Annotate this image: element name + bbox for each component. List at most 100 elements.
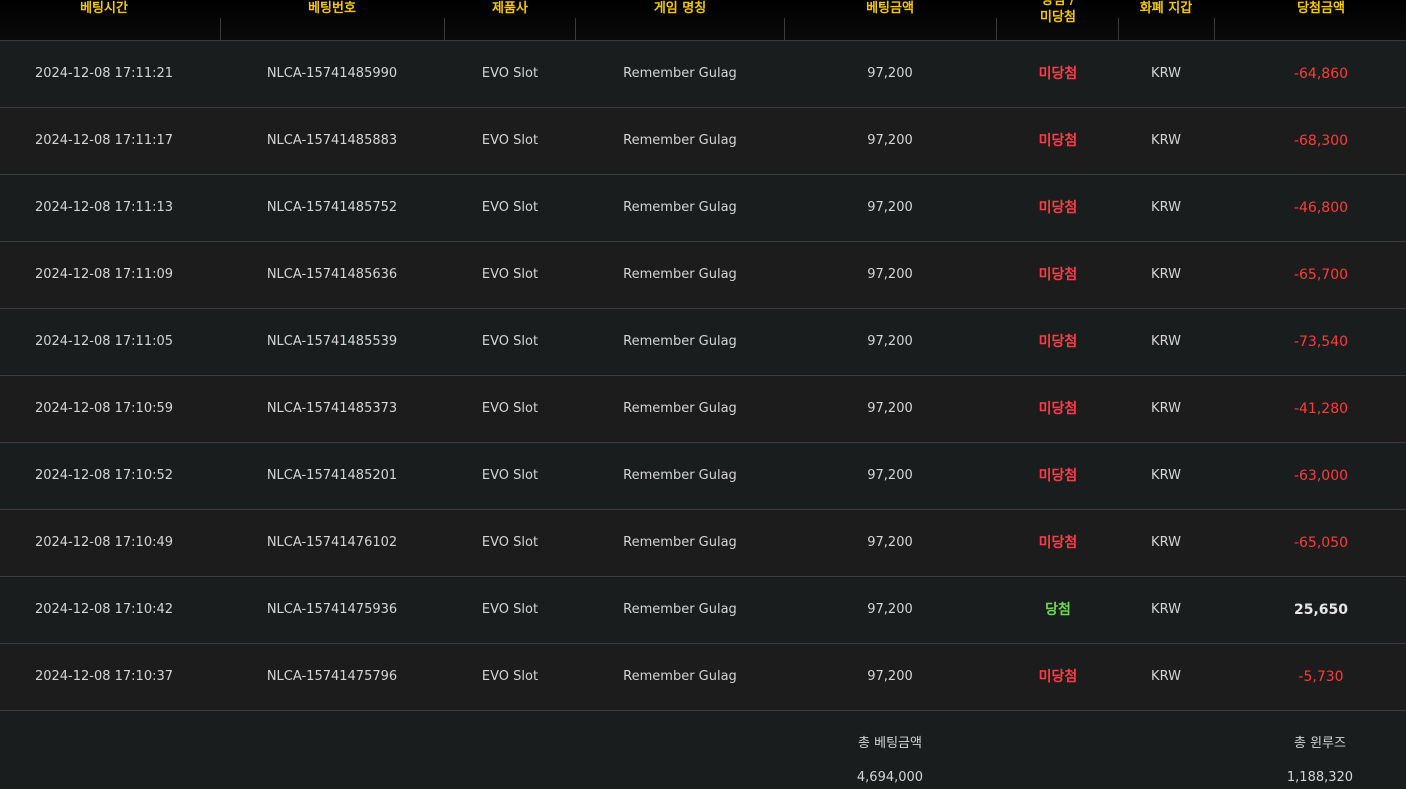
cell-result: 미당첨 bbox=[1038, 468, 1078, 484]
header-divider bbox=[1214, 18, 1215, 40]
cell-win-amount: 25,650 bbox=[1293, 602, 1349, 618]
cell-bet-time: 2024-12-08 17:10:49 bbox=[34, 535, 174, 550]
total-winloss-label: 총 윈루즈 bbox=[1294, 736, 1346, 751]
cell-provider: EVO Slot bbox=[481, 133, 539, 148]
cell-bet-amount: 97,200 bbox=[867, 200, 913, 215]
cell-currency: KRW bbox=[1151, 468, 1181, 483]
cell-game-name: Remember Gulag bbox=[623, 200, 737, 215]
cell-win-amount: -73,540 bbox=[1293, 334, 1349, 350]
table-row: 2024-12-08 17:10:59 NLCA-15741485373 EVO S… bbox=[0, 376, 1406, 443]
header-game-name: 게임 명칭 bbox=[653, 1, 707, 16]
header-result-line1: 당첨 / bbox=[1041, 0, 1075, 8]
cell-result: 미당첨 bbox=[1038, 200, 1078, 216]
cell-win-amount: -41,280 bbox=[1293, 401, 1349, 417]
table-row: 2024-12-08 17:10:42 NLCA-15741475936 EVO S… bbox=[0, 577, 1406, 644]
cell-bet-time: 2024-12-08 17:11:09 bbox=[34, 267, 174, 282]
cell-bet-amount: 97,200 bbox=[867, 66, 913, 81]
cell-bet-amount: 97,200 bbox=[867, 602, 913, 617]
cell-provider: EVO Slot bbox=[481, 535, 539, 550]
cell-bet-number: NLCA-15741475796 bbox=[266, 669, 398, 684]
total-bet-value: 4,694,000 bbox=[856, 770, 924, 785]
cell-bet-amount: 97,200 bbox=[867, 535, 913, 550]
cell-currency: KRW bbox=[1151, 133, 1181, 148]
cell-win-amount: -64,860 bbox=[1293, 66, 1349, 82]
cell-result: 미당첨 bbox=[1038, 669, 1078, 685]
total-winloss-value: 1,188,320 bbox=[1286, 770, 1354, 785]
header-bet-number: 베팅번호 bbox=[308, 1, 356, 16]
cell-game-name: Remember Gulag bbox=[623, 535, 737, 550]
cell-result: 당첨 bbox=[1045, 602, 1071, 618]
cell-provider: EVO Slot bbox=[481, 334, 539, 349]
header-divider bbox=[575, 18, 576, 40]
header-divider bbox=[1118, 18, 1119, 40]
cell-game-name: Remember Gulag bbox=[623, 468, 737, 483]
cell-game-name: Remember Gulag bbox=[623, 66, 737, 81]
table-row: 2024-12-08 17:11:05 NLCA-15741485539 EVO S… bbox=[0, 309, 1406, 376]
cell-game-name: Remember Gulag bbox=[623, 401, 737, 416]
cell-provider: EVO Slot bbox=[481, 66, 539, 81]
cell-bet-time: 2024-12-08 17:11:05 bbox=[34, 334, 174, 349]
cell-currency: KRW bbox=[1151, 66, 1181, 81]
header-divider bbox=[220, 18, 221, 40]
table-row: 2024-12-08 17:10:52 NLCA-15741485201 EVO S… bbox=[0, 443, 1406, 510]
cell-win-amount: -68,300 bbox=[1293, 133, 1349, 149]
cell-win-amount: -46,800 bbox=[1293, 200, 1349, 216]
cell-bet-time: 2024-12-08 17:11:13 bbox=[34, 200, 174, 215]
cell-provider: EVO Slot bbox=[481, 669, 539, 684]
cell-win-amount: -63,000 bbox=[1293, 468, 1349, 484]
cell-bet-amount: 97,200 bbox=[867, 401, 913, 416]
cell-bet-number: NLCA-15741485201 bbox=[266, 468, 398, 483]
cell-provider: EVO Slot bbox=[481, 200, 539, 215]
cell-provider: EVO Slot bbox=[481, 401, 539, 416]
cell-bet-time: 2024-12-08 17:10:42 bbox=[34, 602, 174, 617]
header-divider bbox=[784, 18, 785, 40]
table-footer: 총 베팅금액 4,694,000 총 윈루즈 1,188,320 bbox=[0, 711, 1406, 789]
cell-game-name: Remember Gulag bbox=[623, 267, 737, 282]
cell-currency: KRW bbox=[1151, 535, 1181, 550]
cell-result: 미당첨 bbox=[1038, 401, 1078, 417]
cell-bet-time: 2024-12-08 17:10:59 bbox=[34, 401, 174, 416]
cell-bet-number: NLCA-15741475936 bbox=[266, 602, 398, 617]
cell-currency: KRW bbox=[1151, 669, 1181, 684]
header-divider bbox=[444, 18, 445, 40]
table-row: 2024-12-08 17:10:49 NLCA-15741476102 EVO S… bbox=[0, 510, 1406, 577]
cell-bet-time: 2024-12-08 17:11:21 bbox=[34, 66, 174, 81]
cell-provider: EVO Slot bbox=[481, 468, 539, 483]
cell-game-name: Remember Gulag bbox=[623, 334, 737, 349]
table-row: 2024-12-08 17:11:17 NLCA-15741485883 EVO S… bbox=[0, 108, 1406, 175]
cell-bet-amount: 97,200 bbox=[867, 468, 913, 483]
header-currency: 화폐 지갑 bbox=[1139, 1, 1193, 16]
bet-history-table: 베팅시간 베팅번호 제품사 게임 명칭 베팅금액 당첨 / 미당첨 화폐 지갑 … bbox=[0, 0, 1406, 789]
cell-result: 미당첨 bbox=[1038, 334, 1078, 350]
table-header: 베팅시간 베팅번호 제품사 게임 명칭 베팅금액 당첨 / 미당첨 화폐 지갑 … bbox=[0, 0, 1406, 41]
cell-bet-number: NLCA-15741485883 bbox=[266, 133, 398, 148]
cell-currency: KRW bbox=[1151, 401, 1181, 416]
cell-game-name: Remember Gulag bbox=[623, 133, 737, 148]
cell-provider: EVO Slot bbox=[481, 267, 539, 282]
cell-bet-amount: 97,200 bbox=[867, 334, 913, 349]
cell-bet-amount: 97,200 bbox=[867, 267, 913, 282]
cell-bet-amount: 97,200 bbox=[867, 669, 913, 684]
cell-result: 미당첨 bbox=[1038, 535, 1078, 551]
cell-bet-number: NLCA-15741485752 bbox=[266, 200, 398, 215]
header-divider bbox=[996, 18, 997, 40]
header-result-line2: 미당첨 bbox=[1040, 10, 1076, 25]
cell-bet-time: 2024-12-08 17:10:37 bbox=[34, 669, 174, 684]
cell-currency: KRW bbox=[1151, 602, 1181, 617]
cell-result: 미당첨 bbox=[1038, 267, 1078, 283]
total-bet-label: 총 베팅금액 bbox=[858, 736, 922, 751]
table-row: 2024-12-08 17:11:09 NLCA-15741485636 EVO S… bbox=[0, 242, 1406, 309]
header-provider: 제품사 bbox=[492, 1, 528, 16]
cell-currency: KRW bbox=[1151, 200, 1181, 215]
cell-game-name: Remember Gulag bbox=[623, 669, 737, 684]
cell-bet-time: 2024-12-08 17:10:52 bbox=[34, 468, 174, 483]
cell-win-amount: -65,050 bbox=[1293, 535, 1349, 551]
header-bet-time: 베팅시간 bbox=[80, 1, 128, 16]
cell-bet-number: NLCA-15741485990 bbox=[266, 66, 398, 81]
cell-result: 미당첨 bbox=[1038, 66, 1078, 82]
header-result: 당첨 / 미당첨 bbox=[998, 0, 1118, 40]
cell-bet-number: NLCA-15741476102 bbox=[266, 535, 398, 550]
table-row: 2024-12-08 17:10:37 NLCA-15741475796 EVO S… bbox=[0, 644, 1406, 711]
cell-win-amount: -5,730 bbox=[1298, 669, 1344, 685]
cell-bet-number: NLCA-15741485539 bbox=[266, 334, 398, 349]
